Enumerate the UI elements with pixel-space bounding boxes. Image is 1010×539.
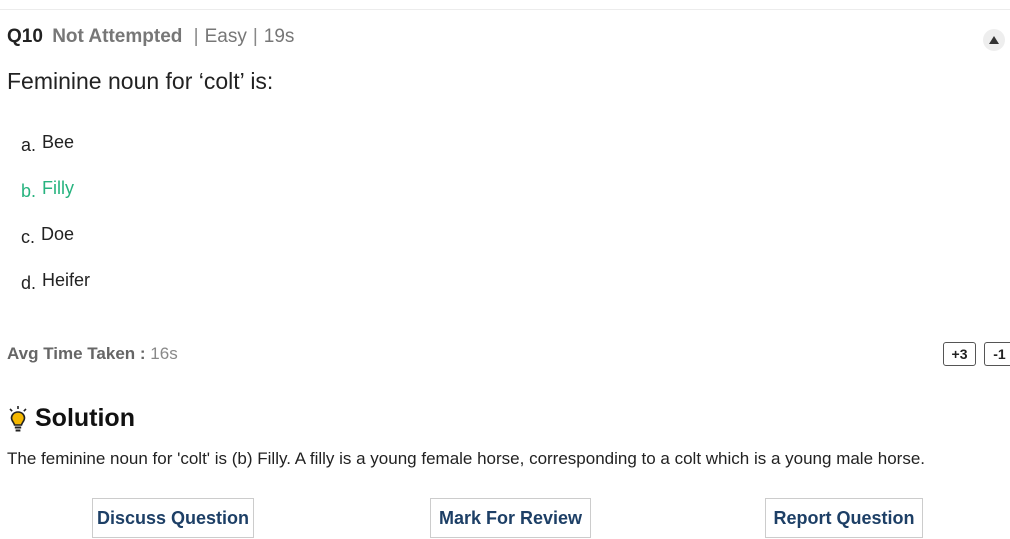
positive-marks-badge: +3 — [943, 342, 976, 366]
avg-time-row: Avg Time Taken : 16s — [7, 344, 178, 364]
report-question-button[interactable]: Report Question — [765, 498, 923, 538]
solution-heading: Solution — [8, 404, 135, 433]
option-text: Filly — [42, 178, 75, 198]
option-c[interactable]: c. Doe — [21, 224, 90, 270]
option-letter: c. — [21, 227, 36, 247]
option-a[interactable]: a. Bee — [21, 132, 90, 178]
options-list: a. Bee b. Filly c. Doe d. Heifer — [21, 132, 90, 316]
attempt-status: Not Attempted — [52, 26, 183, 47]
avg-time-value: 16s — [150, 344, 178, 363]
collapse-button[interactable] — [983, 29, 1005, 51]
option-text: Doe — [41, 224, 75, 244]
question-header: Q10 Not Attempted | Easy | 19s — [7, 26, 294, 48]
solution-title: Solution — [35, 404, 135, 432]
option-letter: a. — [21, 135, 37, 155]
option-b[interactable]: b. Filly — [21, 178, 90, 224]
option-letter: d. — [21, 273, 37, 293]
header-separator: | — [252, 26, 258, 47]
avg-time-label: Avg Time Taken : — [7, 344, 146, 363]
lightbulb-icon — [9, 405, 27, 431]
time-taken: 19s — [263, 26, 295, 47]
solution-text: The feminine noun for 'colt' is (b) Fill… — [7, 449, 926, 468]
header-separator: | — [193, 26, 199, 47]
option-d[interactable]: d. Heifer — [21, 270, 90, 316]
discuss-question-button[interactable]: Discuss Question — [92, 498, 254, 538]
mark-for-review-button[interactable]: Mark For Review — [430, 498, 591, 538]
option-letter: b. — [21, 181, 37, 201]
option-text: Heifer — [42, 270, 91, 290]
difficulty-label: Easy — [204, 26, 247, 47]
option-text: Bee — [42, 132, 75, 152]
negative-marks-badge: -1 — [984, 342, 1010, 366]
caret-up-icon — [989, 36, 999, 44]
top-divider — [0, 9, 1010, 10]
question-text: Feminine noun for ‘colt’ is: — [7, 68, 274, 94]
question-number: Q10 — [7, 26, 43, 47]
